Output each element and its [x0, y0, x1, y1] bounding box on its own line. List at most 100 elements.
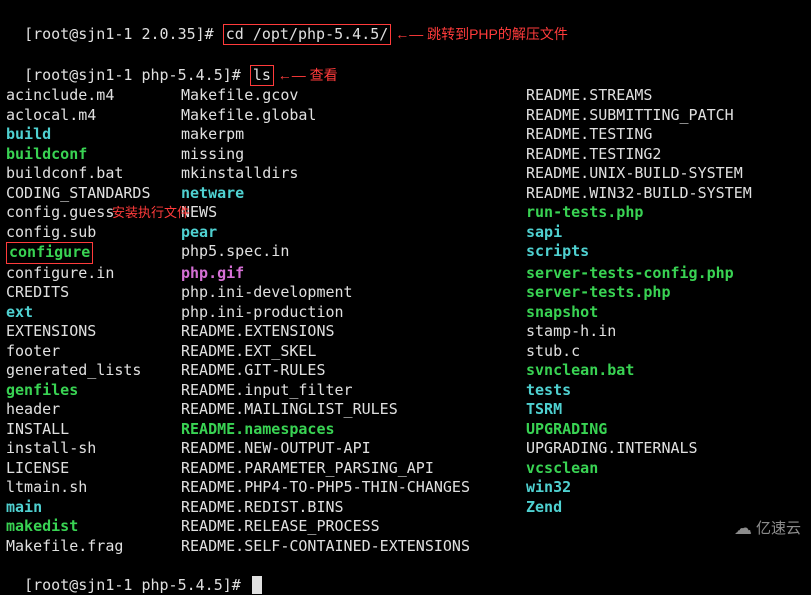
- ls-row: LICENSEREADME.PARAMETER_PARSING_APIvcscl…: [6, 459, 805, 479]
- ls-entry: README.REDIST.BINS: [181, 498, 526, 518]
- ls-row: footerREADME.EXT_SKELstub.c: [6, 342, 805, 362]
- ls-row: buildconfmissingREADME.TESTING2: [6, 145, 805, 165]
- ls-entry: README.RELEASE_PROCESS: [181, 517, 526, 537]
- watermark: ☁ 亿速云: [734, 517, 801, 540]
- shell-prompt: [root@sjn1-1 2.0.35]#: [24, 25, 223, 43]
- ls-entry: scripts: [526, 242, 805, 264]
- ls-row: INSTALLREADME.namespacesUPGRADING: [6, 420, 805, 440]
- ls-row: EXTENSIONSREADME.EXTENSIONSstamp-h.in: [6, 322, 805, 342]
- ls-entry: acinclude.m4: [6, 86, 181, 106]
- ls-row: install-shREADME.NEW-OUTPUT-APIUPGRADING…: [6, 439, 805, 459]
- ls-row: config.subpearsapi: [6, 223, 805, 243]
- ls-entry: README.namespaces: [181, 420, 526, 440]
- ls-row: headerREADME.MAILINGLIST_RULESTSRM: [6, 400, 805, 420]
- annotation-configure: 安装执行文件: [112, 205, 190, 222]
- ls-entry: README.WIN32-BUILD-SYSTEM: [526, 184, 805, 204]
- ls-entry: config.sub: [6, 223, 181, 243]
- ls-entry: php.ini-development: [181, 283, 526, 303]
- ls-entry: NEWS: [181, 203, 526, 223]
- ls-row: aclocal.m4Makefile.globalREADME.SUBMITTI…: [6, 106, 805, 126]
- ls-entry: README.PHP4-TO-PHP5-THIN-CHANGES: [181, 478, 526, 498]
- ls-entry: header: [6, 400, 181, 420]
- ls-entry: Makefile.gcov: [181, 86, 526, 106]
- ls-entry: README.TESTING: [526, 125, 805, 145]
- ls-entry: buildconf: [6, 145, 181, 165]
- ls-row: configure.inphp.gifserver-tests-config.p…: [6, 264, 805, 284]
- watermark-text: 亿速云: [756, 519, 801, 539]
- ls-entry: vcsclean: [526, 459, 805, 479]
- ls-entry: server-tests-config.php: [526, 264, 805, 284]
- ls-entry: win32: [526, 478, 805, 498]
- ls-entry: php.ini-production: [181, 303, 526, 323]
- ls-entry: CODING_STANDARDS: [6, 184, 181, 204]
- ls-entry: configure.in: [6, 264, 181, 284]
- cloud-icon: ☁: [734, 517, 752, 540]
- ls-entry: netware: [181, 184, 526, 204]
- ls-row: mainREADME.REDIST.BINSZend: [6, 498, 805, 518]
- ls-row: configurephp5.spec.inscripts: [6, 242, 805, 264]
- ls-entry: README.SUBMITTING_PATCH: [526, 106, 805, 126]
- ls-entry: ltmain.sh: [6, 478, 181, 498]
- ls-entry: sapi: [526, 223, 805, 243]
- ls-entry: ext: [6, 303, 181, 323]
- ls-entry: buildconf.bat: [6, 164, 181, 184]
- ls-entry: main: [6, 498, 181, 518]
- ls-entry: footer: [6, 342, 181, 362]
- ls-entry: build: [6, 125, 181, 145]
- ls-entry: README.UNIX-BUILD-SYSTEM: [526, 164, 805, 184]
- cmd-cd-highlight: cd /opt/php-5.4.5/: [223, 24, 392, 46]
- ls-entry: UPGRADING: [526, 420, 805, 440]
- ls-entry: snapshot: [526, 303, 805, 323]
- terminal-line-1: [root@sjn1-1 2.0.35]# cd /opt/php-5.4.5/…: [6, 4, 805, 45]
- ls-entry: mkinstalldirs: [181, 164, 526, 184]
- ls-row: ltmain.shREADME.PHP4-TO-PHP5-THIN-CHANGE…: [6, 478, 805, 498]
- ls-entry: Makefile.global: [181, 106, 526, 126]
- configure-highlight: configure: [6, 242, 93, 264]
- ls-entry: LICENSE: [6, 459, 181, 479]
- ls-row: Makefile.fragREADME.SELF-CONTAINED-EXTEN…: [6, 537, 805, 557]
- ls-entry: makedist: [6, 517, 181, 537]
- ls-entry: README.GIT-RULES: [181, 361, 526, 381]
- ls-entry: tests: [526, 381, 805, 401]
- ls-entry: README.SELF-CONTAINED-EXTENSIONS: [181, 537, 526, 557]
- ls-entry: README.TESTING2: [526, 145, 805, 165]
- ls-row: buildmakerpmREADME.TESTING: [6, 125, 805, 145]
- ls-entry: php.gif: [181, 264, 526, 284]
- ls-entry: svnclean.bat: [526, 361, 805, 381]
- ls-row: generated_listsREADME.GIT-RULESsvnclean.…: [6, 361, 805, 381]
- terminal-line-end[interactable]: [root@sjn1-1 php-5.4.5]#: [6, 556, 805, 595]
- terminal-line-2: [root@sjn1-1 php-5.4.5]# ls ←— 查看: [6, 45, 805, 86]
- ls-entry: README.input_filter: [181, 381, 526, 401]
- ls-entry: Makefile.frag: [6, 537, 181, 557]
- annotation-cd: ←— 跳转到PHP的解压文件: [391, 26, 568, 42]
- ls-entry: UPGRADING.INTERNALS: [526, 439, 805, 459]
- ls-entry: README.NEW-OUTPUT-API: [181, 439, 526, 459]
- annotation-ls: ←— 查看: [274, 67, 338, 83]
- ls-entry: Zend: [526, 498, 805, 518]
- cursor-icon: [252, 576, 262, 594]
- ls-entry: README.EXT_SKEL: [181, 342, 526, 362]
- ls-entry: EXTENSIONS: [6, 322, 181, 342]
- ls-entry: CREDITS: [6, 283, 181, 303]
- ls-entry: stub.c: [526, 342, 805, 362]
- ls-entry: README.EXTENSIONS: [181, 322, 526, 342]
- ls-entry: README.PARAMETER_PARSING_API: [181, 459, 526, 479]
- ls-row: CODING_STANDARDSnetwareREADME.WIN32-BUIL…: [6, 184, 805, 204]
- ls-row: buildconf.batmkinstalldirsREADME.UNIX-BU…: [6, 164, 805, 184]
- ls-entry: makerpm: [181, 125, 526, 145]
- ls-entry: genfiles: [6, 381, 181, 401]
- ls-entry: pear: [181, 223, 526, 243]
- ls-entry: README.STREAMS: [526, 86, 805, 106]
- ls-entry: server-tests.php: [526, 283, 805, 303]
- ls-entry: stamp-h.in: [526, 322, 805, 342]
- ls-output: acinclude.m4Makefile.gcovREADME.STREAMSa…: [6, 86, 805, 556]
- ls-entry: configure: [6, 242, 181, 264]
- ls-row: makedistREADME.RELEASE_PROCESS: [6, 517, 805, 537]
- ls-row: CREDITSphp.ini-developmentserver-tests.p…: [6, 283, 805, 303]
- ls-entry: generated_lists: [6, 361, 181, 381]
- shell-prompt: [root@sjn1-1 php-5.4.5]#: [24, 576, 250, 594]
- ls-entry: INSTALL: [6, 420, 181, 440]
- cmd-ls-highlight: ls: [250, 65, 274, 87]
- shell-prompt: [root@sjn1-1 php-5.4.5]#: [24, 66, 250, 84]
- ls-entry: missing: [181, 145, 526, 165]
